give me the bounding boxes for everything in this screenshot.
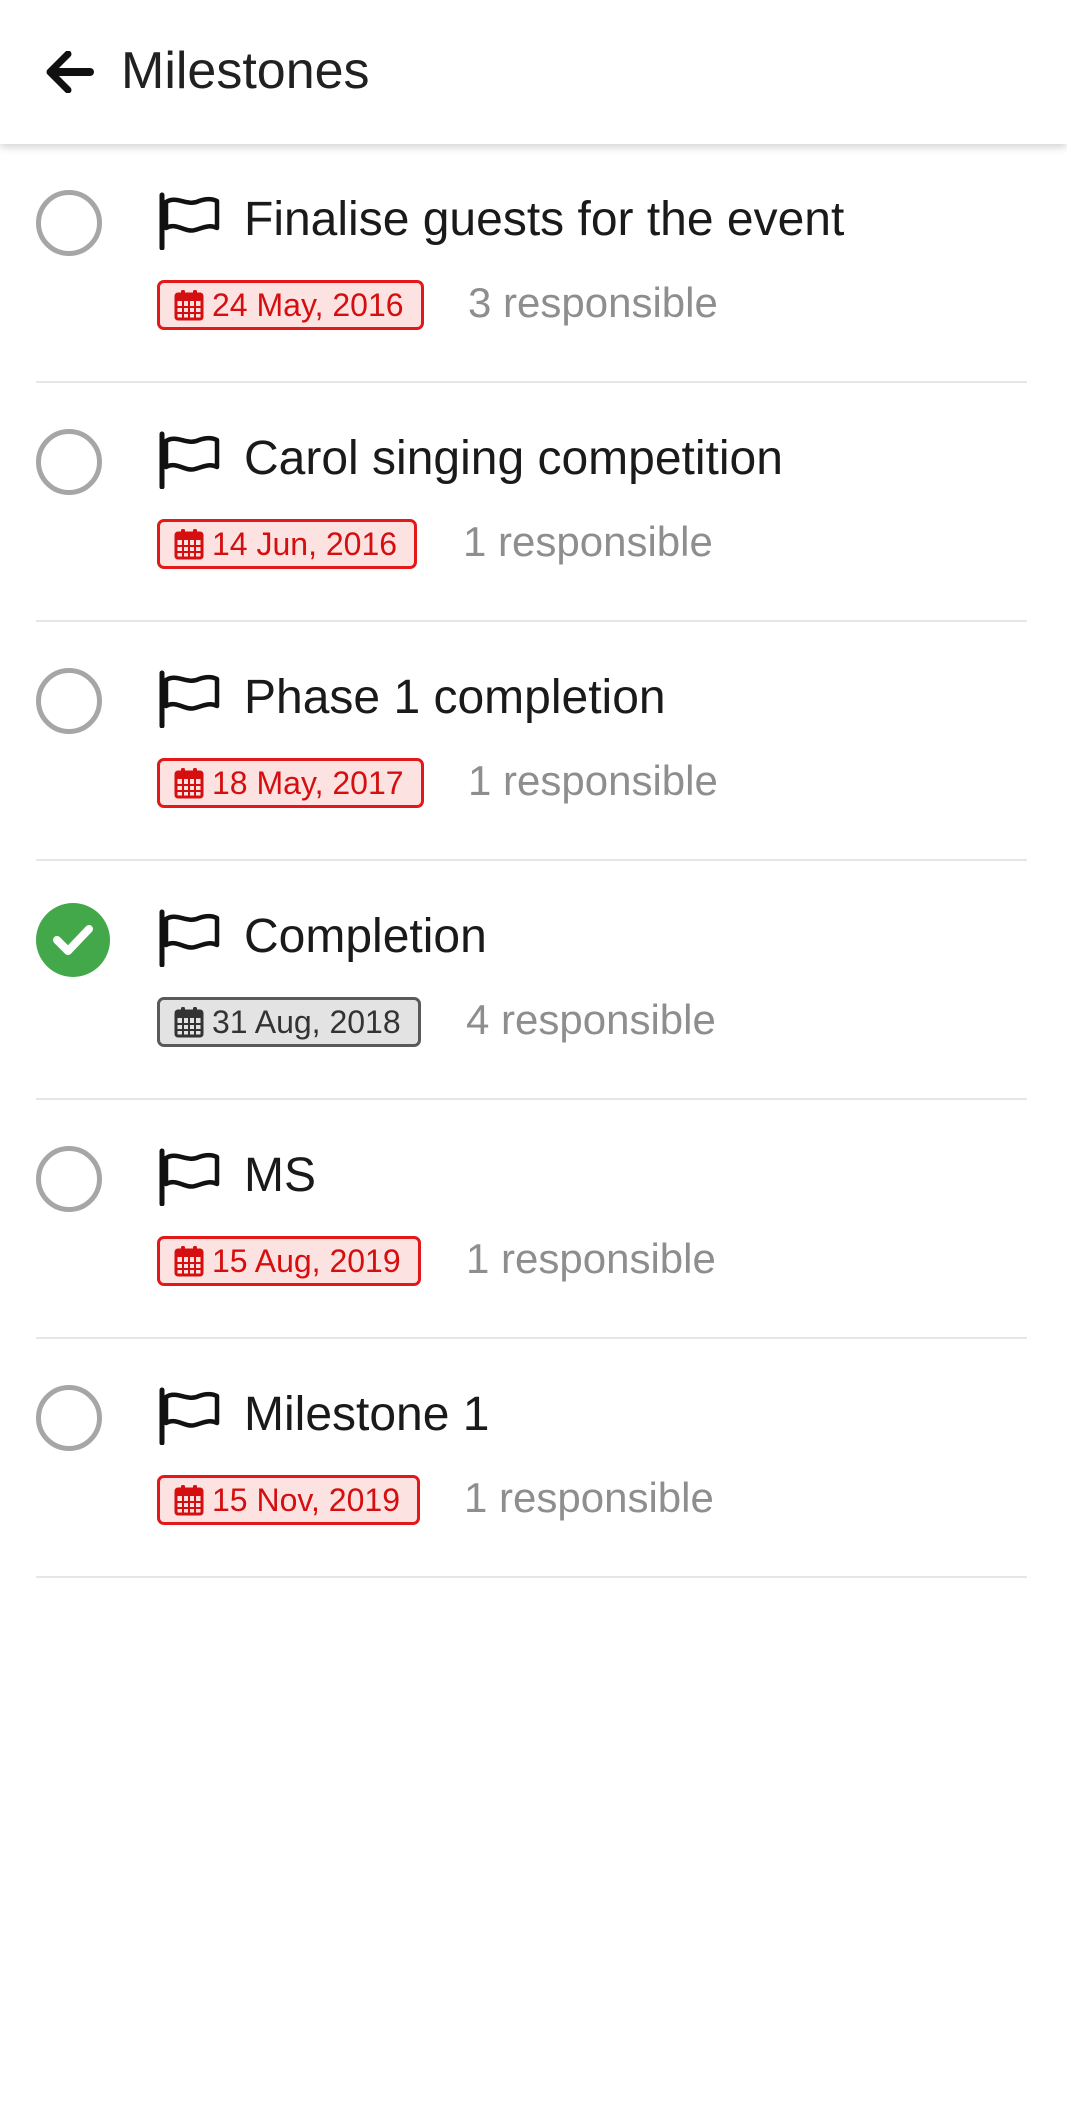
responsible-count: 1 responsible (466, 1235, 716, 1282)
due-date-text: 31 Aug, 2018 (212, 1003, 401, 1040)
due-date-badge: 24 May, 2016 (157, 280, 424, 330)
flag-icon (159, 1387, 220, 1445)
calendar-icon (174, 1485, 204, 1516)
milestone-title: Carol singing competition (244, 432, 783, 485)
calendar-icon (174, 768, 204, 799)
calendar-icon (174, 529, 204, 560)
complete-checkbox[interactable] (36, 429, 102, 495)
milestone-row[interactable]: Phase 1 completion 18 May, 2017 1 respon… (0, 622, 1067, 861)
back-button[interactable] (30, 36, 110, 108)
due-date-text: 15 Nov, 2019 (212, 1481, 400, 1518)
complete-checkbox-checked[interactable] (36, 903, 110, 977)
responsible-count: 1 responsible (468, 757, 718, 804)
complete-checkbox[interactable] (36, 1146, 102, 1212)
due-date-text: 24 May, 2016 (212, 286, 404, 323)
calendar-icon (174, 1007, 204, 1038)
milestone-row[interactable]: Finalise guests for the event 24 May, 20… (0, 144, 1067, 383)
flag-icon (159, 192, 220, 250)
complete-checkbox[interactable] (36, 1385, 102, 1451)
milestone-title: MS (244, 1149, 316, 1202)
milestone-row[interactable]: Completion 31 Aug, 2018 4 responsible (0, 861, 1067, 1100)
milestone-title: Milestone 1 (244, 1388, 490, 1441)
arrow-left-icon (46, 51, 94, 93)
flag-icon (159, 909, 220, 967)
milestone-title: Finalise guests for the event (244, 193, 845, 246)
check-icon (53, 925, 93, 955)
responsible-count: 1 responsible (464, 1474, 714, 1521)
due-date-badge: 18 May, 2017 (157, 758, 424, 808)
flag-icon (159, 1148, 220, 1206)
app-bar: Milestones (0, 0, 1067, 144)
due-date-badge: 14 Jun, 2016 (157, 519, 418, 569)
responsible-count: 3 responsible (468, 279, 718, 326)
complete-checkbox[interactable] (36, 668, 102, 734)
calendar-icon (174, 290, 204, 321)
milestone-title: Phase 1 completion (244, 671, 666, 724)
page-title: Milestones (121, 42, 370, 100)
milestone-list: Finalise guests for the event 24 May, 20… (0, 144, 1067, 1578)
due-date-badge: 15 Aug, 2019 (157, 1236, 421, 1286)
divider (36, 1576, 1027, 1578)
due-date-text: 18 May, 2017 (212, 764, 404, 801)
calendar-icon (174, 1246, 204, 1277)
flag-icon (159, 670, 220, 728)
due-date-badge: 31 Aug, 2018 (157, 997, 421, 1047)
milestone-row[interactable]: Milestone 1 15 Nov, 2019 1 responsible (0, 1339, 1067, 1578)
milestone-row[interactable]: MS 15 Aug, 2019 1 responsible (0, 1100, 1067, 1339)
complete-checkbox[interactable] (36, 190, 102, 256)
milestone-row[interactable]: Carol singing competition 14 Jun, 2016 1… (0, 383, 1067, 622)
milestone-title: Completion (244, 910, 487, 963)
flag-icon (159, 431, 220, 489)
responsible-count: 4 responsible (466, 996, 716, 1043)
due-date-text: 14 Jun, 2016 (212, 525, 398, 562)
due-date-text: 15 Aug, 2019 (212, 1242, 401, 1279)
due-date-badge: 15 Nov, 2019 (157, 1475, 420, 1525)
responsible-count: 1 responsible (463, 518, 713, 565)
